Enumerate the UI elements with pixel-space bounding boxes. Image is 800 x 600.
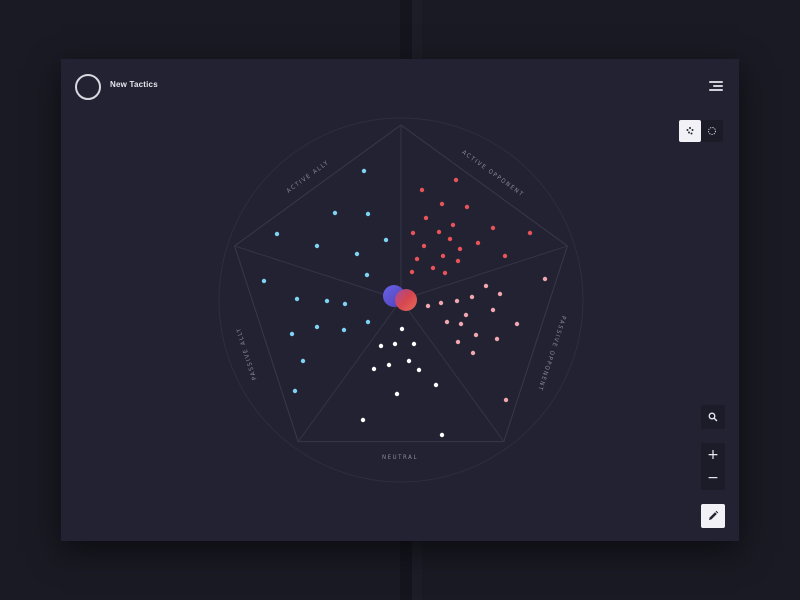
data-point[interactable] [490,307,496,313]
pencil-icon [709,510,719,520]
data-point[interactable] [332,210,338,216]
data-point[interactable] [324,298,330,304]
spoke-line [400,245,568,301]
spoke-line [297,299,402,442]
data-point[interactable] [314,243,320,249]
data-point[interactable] [497,291,503,297]
data-point[interactable] [410,230,416,236]
axis-label-passive-ally: PASSIVE ALLY [235,326,259,381]
data-point[interactable] [444,319,450,325]
data-point[interactable] [406,358,412,364]
data-point[interactable] [386,362,392,368]
data-point[interactable] [453,177,459,183]
data-point[interactable] [463,312,469,318]
data-point[interactable] [503,397,509,403]
data-point[interactable] [483,283,489,289]
data-point[interactable] [294,296,300,302]
data-point[interactable] [527,230,533,236]
data-point[interactable] [292,388,298,394]
spokes [234,125,568,442]
data-point[interactable] [371,366,377,372]
data-point[interactable] [411,341,417,347]
data-point[interactable] [490,225,496,231]
data-point[interactable] [514,321,520,327]
data-point[interactable] [289,331,295,337]
data-point[interactable] [419,187,425,193]
data-point[interactable] [430,265,436,271]
data-point[interactable] [392,341,398,347]
data-point[interactable] [439,432,445,438]
center-opponent-node[interactable] [395,289,417,311]
data-point[interactable] [502,253,508,259]
data-point[interactable] [365,211,371,217]
data-point[interactable] [360,417,366,423]
minus-icon: − [707,470,719,486]
data-point[interactable] [455,258,461,264]
data-point[interactable] [458,321,464,327]
data-point[interactable] [470,350,476,356]
data-point[interactable] [464,204,470,210]
data-point[interactable] [414,256,420,262]
search-button[interactable] [701,405,725,429]
zoom-in-button[interactable]: + [701,443,725,467]
data-point[interactable] [274,231,280,237]
data-point[interactable] [450,222,456,228]
data-point[interactable] [423,215,429,221]
data-point[interactable] [409,269,415,275]
data-point[interactable] [494,336,500,342]
data-point[interactable] [438,300,444,306]
zoom-out-button[interactable]: − [701,466,725,490]
data-point[interactable] [300,358,306,364]
data-point[interactable] [425,303,431,309]
radar-chart: ACTIVE ALLY ACTIVE OPPONENT PASSIVE OPPO… [218,117,584,483]
axis-label-passive-opponent: PASSIVE OPPONENT [536,315,567,393]
data-point[interactable] [473,332,479,338]
data-point[interactable] [378,343,384,349]
data-point[interactable] [342,301,348,307]
data-point[interactable] [261,278,267,284]
data-point[interactable] [447,236,453,242]
spoke-line [234,245,402,301]
data-point[interactable] [365,319,371,325]
search-icon [708,412,718,422]
data-point[interactable] [442,270,448,276]
data-point[interactable] [394,391,400,397]
data-point[interactable] [469,294,475,300]
app-window: New Tactics ACTIVE ALLY ACTIVE OPPONENT [61,59,739,541]
data-point[interactable] [440,253,446,259]
data-point[interactable] [399,326,405,332]
data-point[interactable] [439,201,445,207]
edit-button[interactable] [701,504,725,528]
data-point[interactable] [354,251,360,257]
axis-label-neutral: NEUTRAL [382,454,418,461]
data-point[interactable] [436,229,442,235]
data-point[interactable] [341,327,347,333]
data-point[interactable] [383,237,389,243]
plus-icon: + [707,447,719,463]
data-point[interactable] [457,246,463,252]
data-point[interactable] [433,382,439,388]
data-point[interactable] [314,324,320,330]
data-point[interactable] [364,272,370,278]
axis-label-active-ally: ACTIVE ALLY [285,159,330,195]
data-point[interactable] [416,367,422,373]
data-point[interactable] [421,243,427,249]
data-point[interactable] [455,339,461,345]
data-point[interactable] [475,240,481,246]
data-point[interactable] [454,298,460,304]
data-point[interactable] [361,168,367,174]
data-point[interactable] [542,276,548,282]
spoke-line [400,299,505,442]
